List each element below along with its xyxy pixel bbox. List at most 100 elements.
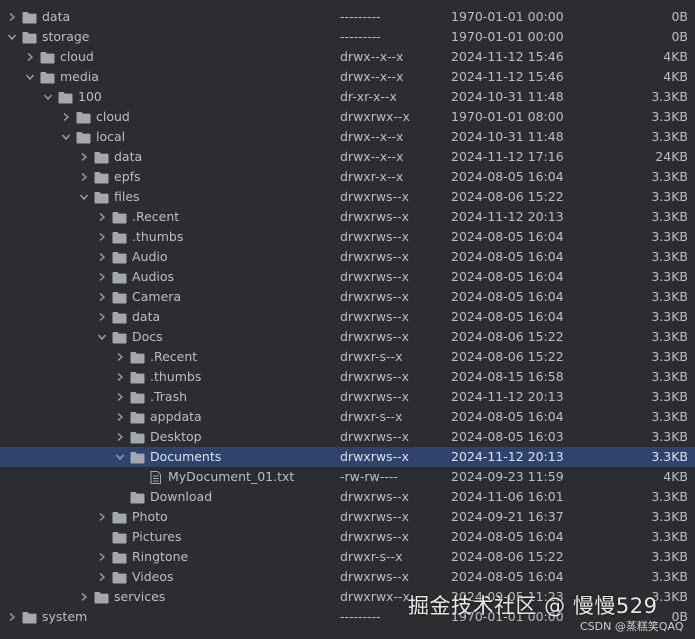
item-date: 2024-08-06 15:22 — [451, 329, 564, 344]
item-size: 3.3KB — [651, 549, 688, 564]
name-cell: MyDocument_01.txt — [132, 467, 294, 487]
chevron-down-icon[interactable] — [42, 87, 54, 107]
chevron-right-icon[interactable] — [96, 207, 108, 227]
item-size: 4KB — [663, 469, 688, 484]
item-name: media — [60, 69, 99, 84]
item-date: 2024-11-12 20:13 — [451, 209, 564, 224]
folder-row[interactable]: appdata drwxr-s--x 2024-08-05 16:04 3.3KB — [0, 407, 695, 427]
name-cell: Photo — [96, 507, 168, 527]
folder-row[interactable]: data drwx--x--x 2024-11-12 17:16 24KB — [0, 147, 695, 167]
folder-row[interactable]: Videos drwxrws--x 2024-08-05 16:04 3.3KB — [0, 567, 695, 587]
item-name: cloud — [60, 49, 94, 64]
item-date: 2024-08-05 16:04 — [451, 529, 564, 544]
chevron-right-icon[interactable] — [114, 347, 126, 367]
folder-row[interactable]: Download drwxrws--x 2024-11-06 16:01 3.3KB — [0, 487, 695, 507]
item-size: 3.3KB — [651, 349, 688, 364]
chevron-right-icon[interactable] — [78, 147, 90, 167]
name-cell: .thumbs — [114, 367, 201, 387]
folder-row[interactable]: .Recent drwxrws--x 2024-11-12 20:13 3.3KB — [0, 207, 695, 227]
item-size: 3.3KB — [651, 109, 688, 124]
item-size: 3.3KB — [651, 269, 688, 284]
chevron-down-icon[interactable] — [96, 327, 108, 347]
chevron-right-icon[interactable] — [114, 387, 126, 407]
item-name: Audios — [132, 269, 175, 284]
item-date: 2024-08-05 16:03 — [451, 429, 564, 444]
item-permissions: dr-xr-x--x — [340, 89, 397, 104]
name-cell: Docs — [96, 327, 163, 347]
item-name: files — [114, 189, 140, 204]
item-permissions: drwx--x--x — [340, 49, 404, 64]
chevron-right-icon[interactable] — [96, 507, 108, 527]
folder-row[interactable]: Docs drwxrws--x 2024-08-06 15:22 3.3KB — [0, 327, 695, 347]
item-size: 0B — [671, 29, 688, 44]
folder-row[interactable]: media drwx--x--x 2024-11-12 15:46 4KB — [0, 67, 695, 87]
chevron-right-icon[interactable] — [6, 607, 18, 627]
folder-row[interactable]: Photo drwxrws--x 2024-09-21 16:37 3.3KB — [0, 507, 695, 527]
chevron-right-icon[interactable] — [96, 567, 108, 587]
folder-row[interactable]: .thumbs drwxrws--x 2024-08-05 16:04 3.3KB — [0, 227, 695, 247]
chevron-right-icon[interactable] — [24, 47, 36, 67]
chevron-right-icon[interactable] — [96, 307, 108, 327]
folder-row[interactable]: Camera drwxrws--x 2024-08-05 16:04 3.3KB — [0, 287, 695, 307]
folder-row[interactable]: files drwxrws--x 2024-08-06 15:22 3.3KB — [0, 187, 695, 207]
item-name: .thumbs — [150, 369, 202, 384]
file-row[interactable]: MyDocument_01.txt -rw-rw---- 2024-09-23 11… — [0, 467, 695, 487]
folder-row[interactable]: .thumbs drwxrws--x 2024-08-15 16:58 3.3KB — [0, 367, 695, 387]
chevron-right-icon[interactable] — [96, 227, 108, 247]
folder-row[interactable]: Desktop drwxrws--x 2024-08-05 16:03 3.3KB — [0, 427, 695, 447]
chevron-right-icon[interactable] — [114, 427, 126, 447]
folder-row[interactable]: .Recent drwxr-s--x 2024-08-06 15:22 3.3KB — [0, 347, 695, 367]
folder-icon — [112, 547, 128, 567]
item-date: 2024-11-12 15:46 — [451, 49, 564, 64]
chevron-right-icon[interactable] — [78, 167, 90, 187]
folder-icon — [130, 407, 146, 427]
chevron-right-icon[interactable] — [114, 407, 126, 427]
chevron-right-icon[interactable] — [96, 547, 108, 567]
item-permissions: drwxrws--x — [340, 329, 409, 344]
chevron-right-icon[interactable] — [96, 267, 108, 287]
chevron-right-icon[interactable] — [6, 7, 18, 27]
folder-row[interactable]: Audio drwxrws--x 2024-08-05 16:04 3.3KB — [0, 247, 695, 267]
folder-row[interactable]: Pictures drwxrws--x 2024-08-05 16:04 3.3KB — [0, 527, 695, 547]
chevron-down-icon[interactable] — [24, 67, 36, 87]
item-date: 2024-09-21 16:37 — [451, 509, 564, 524]
folder-icon — [112, 227, 128, 247]
folder-row[interactable]: data --------- 1970-01-01 00:00 0B — [0, 7, 695, 27]
item-name: data — [132, 309, 161, 324]
folder-row[interactable]: data drwxrws--x 2024-08-05 16:04 3.3KB — [0, 307, 695, 327]
folder-row[interactable]: local drwx--x--x 2024-10-31 11:48 3.3KB — [0, 127, 695, 147]
chevron-right-icon[interactable] — [60, 107, 72, 127]
folder-row[interactable]: 100 dr-xr-x--x 2024-10-31 11:48 3.3KB — [0, 87, 695, 107]
chevron-down-icon[interactable] — [60, 127, 72, 147]
folder-row[interactable]: cloud drwx--x--x 2024-11-12 15:46 4KB — [0, 47, 695, 67]
folder-row[interactable]: Documents drwxrws--x 2024-11-12 20:13 3.3KB — [0, 447, 695, 467]
chevron-right-icon[interactable] — [96, 287, 108, 307]
chevron-down-icon[interactable] — [114, 447, 126, 467]
item-date: 2024-10-31 11:48 — [451, 129, 564, 144]
name-cell: .Recent — [96, 207, 179, 227]
chevron-down-icon[interactable] — [6, 27, 18, 47]
item-date: 2024-10-31 11:48 — [451, 89, 564, 104]
item-permissions: drwxrws--x — [340, 529, 409, 544]
folder-row[interactable]: epfs drwxr-x--x 2024-08-05 16:04 3.3KB — [0, 167, 695, 187]
name-cell: .thumbs — [96, 227, 183, 247]
folder-row[interactable]: Ringtone drwxr-s--x 2024-08-06 15:22 3.3KB — [0, 547, 695, 567]
folder-row[interactable]: cloud drwxrwx--x 1970-01-01 08:00 3.3KB — [0, 107, 695, 127]
name-cell: storage — [6, 27, 90, 47]
chevron-right-icon[interactable] — [78, 587, 90, 607]
item-date: 2024-08-06 15:22 — [451, 549, 564, 564]
chevron-down-icon[interactable] — [78, 187, 90, 207]
item-size: 3.3KB — [651, 449, 688, 464]
item-permissions: drwxr-s--x — [340, 549, 403, 564]
folder-row[interactable]: Audios drwxrws--x 2024-08-05 16:04 3.3KB — [0, 267, 695, 287]
name-cell: .Trash — [114, 387, 187, 407]
folder-row[interactable]: storage --------- 1970-01-01 00:00 0B — [0, 27, 695, 47]
name-cell: Camera — [96, 287, 181, 307]
item-name: Download — [150, 489, 213, 504]
chevron-right-icon[interactable] — [114, 367, 126, 387]
chevron-right-icon[interactable] — [96, 247, 108, 267]
folder-row[interactable]: .Trash drwxrws--x 2024-11-12 20:13 3.3KB — [0, 387, 695, 407]
item-name: Pictures — [132, 529, 182, 544]
item-size: 24KB — [655, 149, 688, 164]
